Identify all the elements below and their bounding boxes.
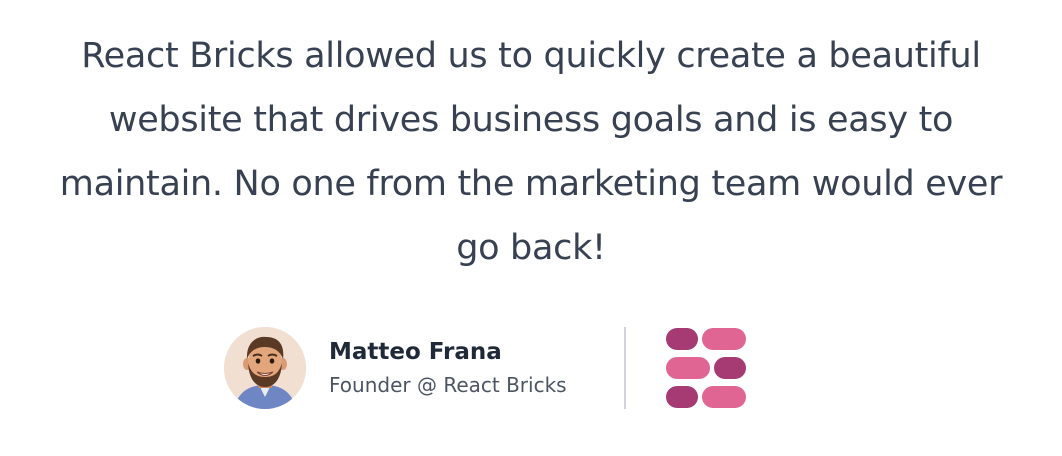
testimonial-section: React Bricks allowed us to quickly creat… (0, 0, 1062, 456)
logo-brick (702, 328, 746, 350)
react-bricks-logo-icon (666, 328, 746, 408)
author-block: Matteo Frana Founder @ React Bricks (224, 327, 567, 409)
logo-brick (702, 386, 746, 408)
vertical-divider (624, 327, 626, 409)
bearded-man-avatar-icon (224, 327, 306, 409)
author-name: Matteo Frana (329, 339, 502, 365)
logo-brick (666, 357, 710, 379)
author-info: Matteo Frana Founder @ React Bricks (329, 336, 567, 400)
logo-brick (714, 357, 746, 379)
author-role: Founder @ React Bricks (329, 373, 567, 397)
testimonial-quote: React Bricks allowed us to quickly creat… (59, 36, 1003, 268)
logo-brick (666, 386, 698, 408)
logo-brick (666, 328, 698, 350)
author-avatar (224, 327, 306, 409)
